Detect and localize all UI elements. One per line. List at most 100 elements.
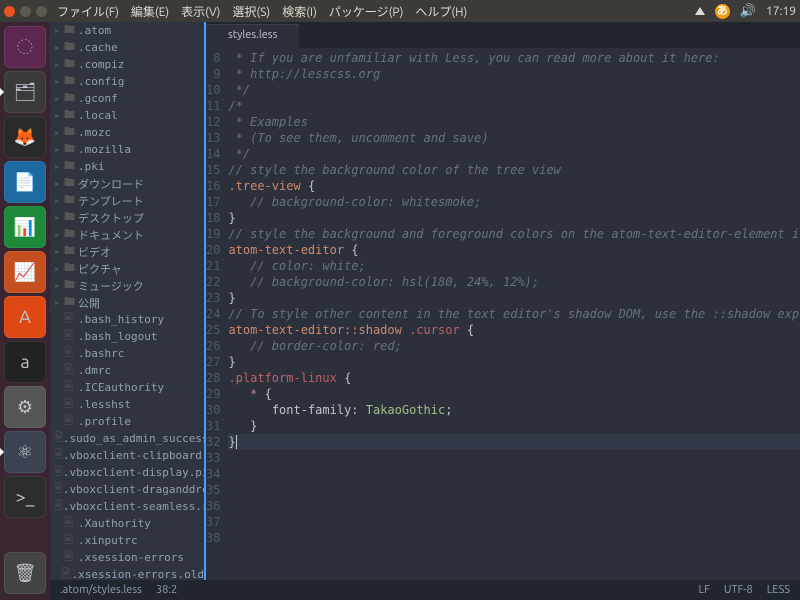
launcher-atom[interactable]: ⚛ xyxy=(4,431,46,473)
code-lines[interactable]: * If you are unfamiliar with Less, you c… xyxy=(228,48,800,580)
tree-file[interactable]: 🗎 .xsession-errors xyxy=(50,549,204,566)
tree-file[interactable]: 🗎 .vboxclient-draganddrc xyxy=(50,481,204,498)
code-line[interactable]: // background-color: hsl(180, 24%, 12%); xyxy=(228,274,800,290)
volume-icon[interactable]: 🔊 xyxy=(740,4,756,19)
tree-file[interactable]: 🗎 .xsession-errors.old xyxy=(50,566,204,580)
code-line[interactable]: atom-text-editor { xyxy=(228,242,800,258)
tree-folder[interactable]: ▸🖿 ピクチャ xyxy=(50,260,204,277)
launcher-firefox[interactable]: 🦊 xyxy=(4,116,46,158)
tree-file[interactable]: 🗎 .bashrc xyxy=(50,345,204,362)
tree-file[interactable]: 🗎 .vboxclient-display.pi xyxy=(50,464,204,481)
tree-file[interactable]: 🗎 .ICEauthority xyxy=(50,379,204,396)
tree-folder[interactable]: ▸🖿 デスクトップ xyxy=(50,209,204,226)
tree-file[interactable]: 🗎 .vboxclient-clipboard. xyxy=(50,447,204,464)
code-line[interactable]: // color: white; xyxy=(228,258,800,274)
code-line[interactable]: } xyxy=(228,354,800,370)
tree-file[interactable]: 🗎 .bash_logout xyxy=(50,328,204,345)
tab-styles-less[interactable]: styles.less xyxy=(206,24,299,48)
code-line[interactable]: } xyxy=(228,290,800,306)
code-line[interactable]: * If you are unfamiliar with Less, you c… xyxy=(228,50,800,66)
tree-file[interactable]: 🗎 .Xauthority xyxy=(50,515,204,532)
text-editor[interactable]: 8910111213141516171819202122232425262728… xyxy=(206,48,800,580)
code-line[interactable]: // style the background color of the tre… xyxy=(228,162,800,178)
code-line[interactable]: * Examples xyxy=(228,114,800,130)
tree-file[interactable]: 🗎 .vboxclient-seamless.r xyxy=(50,498,204,515)
tree-folder[interactable]: ▸🖿 公開 xyxy=(50,294,204,311)
clock[interactable]: 17:19 xyxy=(766,5,796,18)
code-line[interactable]: /* xyxy=(228,98,800,114)
app-menu: ファイル(F) 編集(E) 表示(V) 選択(S) 検索(I) パッケージ(P) ヘルプ(H… xyxy=(57,3,467,20)
minimize-window-button[interactable] xyxy=(20,6,31,17)
code-line[interactable]: // To style other content in the text ed… xyxy=(228,306,800,322)
tree-folder[interactable]: ▸🖿 テンプレート xyxy=(50,192,204,209)
menu-item[interactable]: ヘルプ(H) xyxy=(415,3,467,20)
tree-folder[interactable]: ▸🖿 .config xyxy=(50,73,204,90)
menu-item[interactable]: 検索(I) xyxy=(282,3,317,20)
code-line[interactable]: } xyxy=(228,434,800,450)
status-cursor-pos[interactable]: 38:2 xyxy=(156,584,177,596)
window-controls xyxy=(4,6,47,17)
launcher-writer[interactable]: 📄 xyxy=(4,161,46,203)
tree-folder[interactable]: ▸🖿 .compiz xyxy=(50,56,204,73)
maximize-window-button[interactable] xyxy=(36,6,47,17)
code-line[interactable]: // style the background and foreground c… xyxy=(228,226,800,242)
code-line[interactable]: // background-color: whitesmoke; xyxy=(228,194,800,210)
code-line[interactable]: font-family: TakaoGothic; xyxy=(228,402,800,418)
code-line[interactable]: * { xyxy=(228,386,800,402)
network-icon[interactable] xyxy=(695,7,705,15)
tree-file[interactable]: 🗎 .bash_history xyxy=(50,311,204,328)
code-line[interactable]: } xyxy=(228,210,800,226)
tree-file[interactable]: 🗎 .xinputrc xyxy=(50,532,204,549)
close-window-button[interactable] xyxy=(4,6,15,17)
launcher-terminal[interactable]: >_ xyxy=(4,476,46,518)
input-method-icon[interactable]: あ xyxy=(715,4,730,19)
tree-folder[interactable]: ▸🖿 .mozc xyxy=(50,124,204,141)
tab-bar[interactable]: styles.less xyxy=(206,22,800,48)
code-line[interactable]: .tree-view { xyxy=(228,178,800,194)
tree-folder[interactable]: ▸🖿 .pki xyxy=(50,158,204,175)
tree-folder[interactable]: ▸🖿 .atom xyxy=(50,22,204,39)
status-line-ending[interactable]: LF xyxy=(698,584,709,596)
menu-item[interactable]: 表示(V) xyxy=(181,3,220,20)
tree-folder[interactable]: ▸🖿 .gconf xyxy=(50,90,204,107)
status-file-path[interactable]: .atom/styles.less xyxy=(60,584,142,596)
tree-folder[interactable]: ▸🖿 ダウンロード xyxy=(50,175,204,192)
launcher-files[interactable]: 🗂 xyxy=(4,71,46,113)
tree-file[interactable]: 🗎 .lesshst xyxy=(50,396,204,413)
system-tray: あ 🔊 17:19 xyxy=(695,4,796,19)
status-grammar[interactable]: LESS xyxy=(767,584,790,596)
tree-folder[interactable]: ▸🖿 .mozilla xyxy=(50,141,204,158)
launcher-amazon[interactable]: a xyxy=(4,341,46,383)
menu-item[interactable]: パッケージ(P) xyxy=(329,3,404,20)
atom-editor: ▸🖿 .atom▸🖿 .cache▸🖿 .compiz▸🖿 .config▸🖿 … xyxy=(50,22,800,600)
status-encoding[interactable]: UTF-8 xyxy=(724,584,753,596)
launcher-software[interactable]: A xyxy=(4,296,46,338)
line-gutter: 8910111213141516171819202122232425262728… xyxy=(206,48,228,580)
tree-view[interactable]: ▸🖿 .atom▸🖿 .cache▸🖿 .compiz▸🖿 .config▸🖿 … xyxy=(50,22,204,580)
editor-pane: styles.less 8910111213141516171819202122… xyxy=(204,22,800,580)
tree-file[interactable]: 🗎 .profile xyxy=(50,413,204,430)
tree-folder[interactable]: ▸🖿 ミュージック xyxy=(50,277,204,294)
code-line[interactable]: .platform-linux { xyxy=(228,370,800,386)
code-line[interactable]: * http://lesscss.org xyxy=(228,66,800,82)
launcher-settings[interactable]: ⚙ xyxy=(4,386,46,428)
tree-folder[interactable]: ▸🖿 ドキュメント xyxy=(50,226,204,243)
tree-file[interactable]: 🗎 .sudo_as_admin_success xyxy=(50,430,204,447)
menu-item[interactable]: ファイル(F) xyxy=(57,3,119,20)
code-line[interactable]: } xyxy=(228,418,800,434)
tree-folder[interactable]: ▸🖿 .local xyxy=(50,107,204,124)
code-line[interactable]: */ xyxy=(228,82,800,98)
launcher-calc[interactable]: 📊 xyxy=(4,206,46,248)
launcher-dash[interactable]: ◌ xyxy=(4,26,46,68)
tree-file[interactable]: 🗎 .dmrc xyxy=(50,362,204,379)
code-line[interactable]: atom-text-editor::shadow .cursor { xyxy=(228,322,800,338)
code-line[interactable]: */ xyxy=(228,146,800,162)
menu-item[interactable]: 選択(S) xyxy=(232,3,270,20)
code-line[interactable]: // border-color: red; xyxy=(228,338,800,354)
menu-item[interactable]: 編集(E) xyxy=(131,3,169,20)
code-line[interactable]: * (To see them, uncomment and save) xyxy=(228,130,800,146)
launcher-impress[interactable]: 📈 xyxy=(4,251,46,293)
launcher-trash[interactable]: 🗑 xyxy=(4,552,46,594)
tree-folder[interactable]: ▸🖿 .cache xyxy=(50,39,204,56)
tree-folder[interactable]: ▸🖿 ビデオ xyxy=(50,243,204,260)
